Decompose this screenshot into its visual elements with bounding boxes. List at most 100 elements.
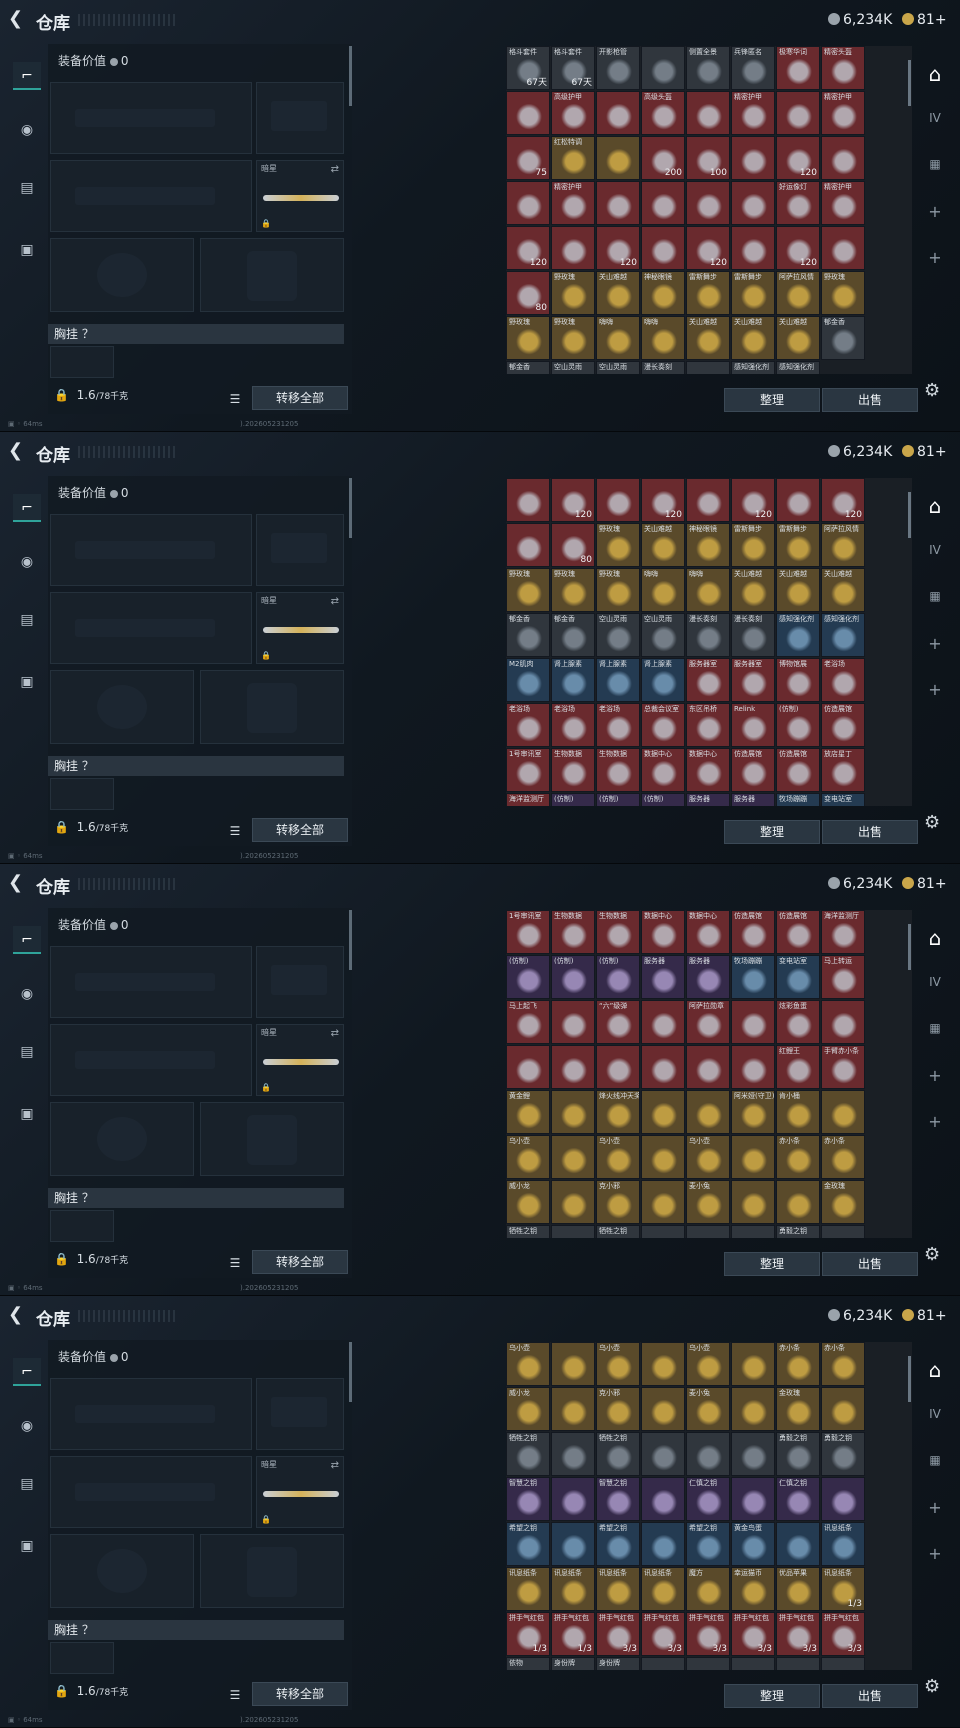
gold-currency[interactable]: 81+ bbox=[902, 10, 947, 30]
inventory-item[interactable]: 牺牲之钥 bbox=[596, 1225, 640, 1238]
inventory-item[interactable]: 阿萨拉风情 bbox=[821, 523, 865, 567]
inventory-item[interactable]: 希望之钥 bbox=[596, 1522, 640, 1566]
gear-icon[interactable]: ⚙ bbox=[924, 1676, 940, 1697]
armor-slot[interactable] bbox=[200, 670, 344, 744]
inventory-item[interactable] bbox=[641, 181, 685, 225]
briefcase-icon[interactable]: ▣ bbox=[13, 1100, 41, 1128]
armor-slot[interactable] bbox=[200, 238, 344, 312]
inventory-item[interactable]: 阿萨拉勋章 bbox=[686, 1000, 730, 1044]
inventory-item[interactable]: 东区吊桥 bbox=[686, 703, 730, 747]
inventory-item[interactable] bbox=[731, 1180, 775, 1224]
inventory-item[interactable]: 总裁会议室 bbox=[641, 703, 685, 747]
transfer-all-button[interactable]: 转移全部 bbox=[252, 1682, 348, 1706]
inventory-item[interactable]: 肾上腺素 bbox=[551, 658, 595, 702]
inventory-item[interactable] bbox=[776, 91, 820, 135]
grid-scrollbar[interactable] bbox=[908, 60, 911, 106]
inventory-item[interactable] bbox=[641, 1045, 685, 1089]
inventory-item[interactable]: 牧场蹦蹦 bbox=[776, 793, 820, 806]
inventory-item[interactable] bbox=[596, 136, 640, 180]
inventory-item[interactable] bbox=[731, 136, 775, 180]
helmet-icon[interactable]: ◉ bbox=[13, 1412, 41, 1440]
helmet-icon[interactable]: ◉ bbox=[13, 980, 41, 1008]
gear-icon[interactable]: ⚙ bbox=[924, 812, 940, 833]
swap-icon[interactable]: ⇄ bbox=[331, 1460, 339, 1471]
inventory-item[interactable]: 80 bbox=[506, 271, 550, 315]
armor-slot[interactable] bbox=[200, 1102, 344, 1176]
inventory-item[interactable]: 服务器 bbox=[686, 955, 730, 999]
inventory-item[interactable]: 拼手气红包 3/3 bbox=[641, 1612, 685, 1656]
helmet-slot[interactable] bbox=[50, 670, 194, 744]
gold-currency[interactable]: 81+ bbox=[902, 442, 947, 462]
inventory-item[interactable]: 服务器室 bbox=[686, 658, 730, 702]
pistol-slot[interactable] bbox=[256, 1378, 344, 1450]
inventory-item[interactable]: 服务器室 bbox=[731, 658, 775, 702]
inventory-item[interactable]: 服务器 bbox=[641, 955, 685, 999]
inventory-item[interactable]: 海洋监测厅 bbox=[506, 793, 550, 806]
inventory-item[interactable] bbox=[686, 1090, 730, 1134]
inventory-item[interactable]: Relink bbox=[731, 703, 775, 747]
inventory-item[interactable]: 变电站室 bbox=[821, 793, 865, 806]
inventory-item[interactable]: 智慧之钥 bbox=[596, 1477, 640, 1521]
inventory-item[interactable]: 拼手气红包 3/3 bbox=[731, 1612, 775, 1656]
inventory-item[interactable]: 烽火线冲天奖杯 bbox=[596, 1090, 640, 1134]
inventory-item[interactable]: 仁慎之钥 bbox=[686, 1477, 730, 1521]
inventory-item[interactable]: 精密护甲 bbox=[551, 181, 595, 225]
inventory-item[interactable] bbox=[731, 1432, 775, 1476]
inventory-item[interactable]: 金玫瑰 bbox=[821, 1180, 865, 1224]
armor-slot[interactable] bbox=[200, 1534, 344, 1608]
inventory-item[interactable] bbox=[551, 1432, 595, 1476]
back-icon[interactable]: ❮ bbox=[8, 441, 28, 461]
transfer-all-button[interactable]: 转移全部 bbox=[252, 818, 348, 842]
inventory-item[interactable]: 空山灵雨 bbox=[551, 361, 595, 374]
inventory-item[interactable]: 数据中心 bbox=[641, 748, 685, 792]
inventory-item[interactable] bbox=[641, 1135, 685, 1179]
inventory-item[interactable]: 关山难越 bbox=[641, 523, 685, 567]
inventory-item[interactable]: 野玫瑰 bbox=[506, 568, 550, 612]
inventory-item[interactable]: 200 bbox=[641, 136, 685, 180]
inventory-item[interactable] bbox=[776, 1522, 820, 1566]
inventory-item[interactable] bbox=[506, 91, 550, 135]
inventory-item[interactable]: 关山难越 bbox=[776, 316, 820, 360]
melee-slot[interactable]: 暗星 ⇄ 🔒 bbox=[256, 1024, 344, 1096]
inventory-item[interactable]: 仿造展馆 bbox=[731, 748, 775, 792]
inventory-item[interactable]: 感知强化剂 bbox=[776, 361, 820, 374]
left-scrollbar[interactable] bbox=[349, 478, 352, 538]
inventory-item[interactable]: 关山难越 bbox=[731, 316, 775, 360]
inventory-item[interactable] bbox=[551, 1090, 595, 1134]
inventory-item[interactable] bbox=[686, 361, 730, 374]
inventory-item[interactable] bbox=[641, 1342, 685, 1386]
briefcase-icon[interactable]: ▣ bbox=[13, 236, 41, 264]
inventory-item[interactable]: 生物数据 bbox=[551, 910, 595, 954]
inventory-item[interactable] bbox=[731, 1477, 775, 1521]
inventory-item[interactable]: 野玫瑰 bbox=[551, 316, 595, 360]
inventory-item[interactable]: (仿制) bbox=[596, 955, 640, 999]
inventory-item[interactable]: 生物数据 bbox=[596, 748, 640, 792]
primary-weapon-slot[interactable] bbox=[50, 514, 252, 586]
inventory-item[interactable]: 80 bbox=[551, 523, 595, 567]
inventory-item[interactable]: 红鲤王 bbox=[776, 1045, 820, 1089]
inventory-item[interactable]: 牺牲之钥 bbox=[596, 1432, 640, 1476]
sort-button[interactable]: 整理 bbox=[724, 820, 820, 844]
inventory-item[interactable]: 仿造展馆 bbox=[776, 910, 820, 954]
swap-icon[interactable]: ⇄ bbox=[331, 164, 339, 175]
inventory-item[interactable]: 120 bbox=[551, 478, 595, 522]
inventory-item[interactable]: 郁金香 bbox=[551, 613, 595, 657]
inventory-item[interactable] bbox=[551, 1522, 595, 1566]
inventory-item[interactable]: 海洋监测厅 bbox=[821, 910, 865, 954]
plus-icon[interactable]: + bbox=[920, 1494, 950, 1522]
inventory-item[interactable]: 黄金鲤 bbox=[506, 1090, 550, 1134]
inventory-item[interactable]: 马上转运 bbox=[821, 955, 865, 999]
inventory-item[interactable]: 金玫瑰 bbox=[776, 1387, 820, 1431]
list-icon[interactable]: ☰ bbox=[226, 1254, 244, 1272]
grid-scrollbar[interactable] bbox=[908, 924, 911, 970]
inventory-item[interactable]: 乌小壶 bbox=[596, 1342, 640, 1386]
inventory-item[interactable] bbox=[641, 1477, 685, 1521]
inventory-item[interactable]: 精密护甲 bbox=[821, 91, 865, 135]
plus-icon[interactable]: + bbox=[920, 1108, 950, 1136]
inventory-item[interactable]: 乌小壶 bbox=[506, 1135, 550, 1179]
chest-rig-slot[interactable] bbox=[50, 1642, 114, 1674]
sell-button[interactable]: 出售 bbox=[822, 1684, 918, 1708]
transfer-all-button[interactable]: 转移全部 bbox=[252, 386, 348, 410]
inventory-item[interactable]: 生物数据 bbox=[551, 748, 595, 792]
left-scrollbar[interactable] bbox=[349, 910, 352, 970]
